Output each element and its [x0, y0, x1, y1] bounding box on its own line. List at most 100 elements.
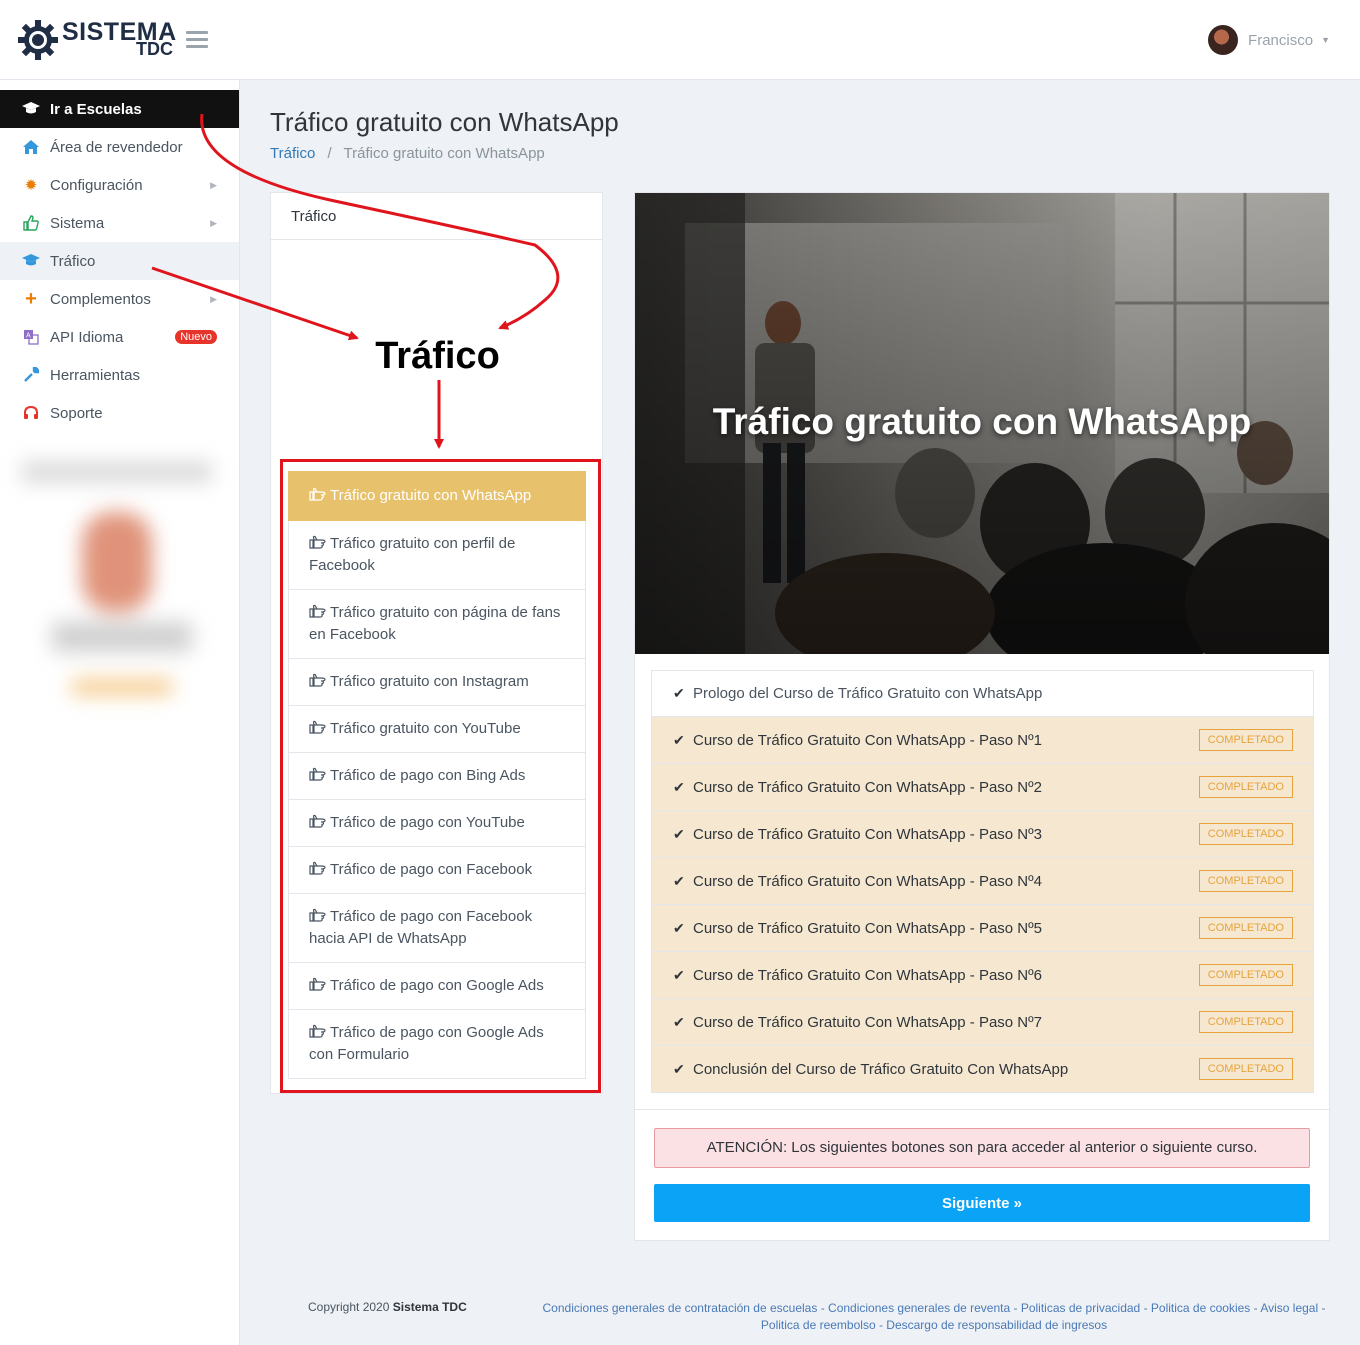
status-badge: COMPLETADO — [1198, 729, 1293, 751]
attention-alert: ATENCIÓN: Los siguientes botones son par… — [654, 1128, 1310, 1168]
sidebar-item-label: Configuración — [50, 176, 143, 194]
course-item-instagram[interactable]: Tráfico gratuito con Instagram — [288, 659, 586, 706]
panel-title: Tráfico — [271, 193, 602, 240]
footer-link-descargo[interactable]: Descargo de responsabilidad de ingresos — [886, 1318, 1107, 1332]
status-badge: COMPLETADO — [1198, 964, 1293, 986]
menu-toggle-icon[interactable] — [186, 31, 208, 49]
status-badge: COMPLETADO — [1198, 1058, 1293, 1080]
copyright: Copyright 2020 Sistema TDC — [308, 1300, 467, 1314]
lesson-row[interactable]: ✔ Curso de Tráfico Gratuito Con WhatsApp … — [651, 952, 1314, 999]
gear-icon: ✹ — [24, 177, 38, 194]
course-label: Tráfico gratuito con Instagram — [330, 673, 529, 690]
sidebar-item-label: API Idioma — [50, 328, 124, 346]
status-badge: COMPLETADO — [1198, 776, 1293, 798]
home-icon — [22, 138, 40, 156]
sidebar-item-label: Tráfico — [50, 252, 96, 270]
sidebar-item-configuracion[interactable]: ✹ Configuración ▶ — [0, 166, 239, 204]
check-icon: ✔ — [673, 966, 685, 983]
course-label: Tráfico de pago con Bing Ads — [330, 767, 526, 784]
footer-link-condiciones-escuelas[interactable]: Condiciones generales de contratación de… — [543, 1301, 818, 1315]
sidebar-item-revendedor[interactable]: Área de revendedor — [0, 128, 239, 166]
footer-links: Condiciones generales de contratación de… — [538, 1300, 1330, 1334]
lesson-row[interactable]: ✔ Curso de Tráfico Gratuito Con WhatsApp … — [651, 717, 1314, 764]
check-icon: ✔ — [673, 731, 685, 748]
sidebar-item-api-idioma[interactable]: A API Idioma Nuevo — [0, 318, 239, 356]
lesson-row[interactable]: ✔ Prologo del Curso de Tráfico Gratuito c… — [651, 670, 1314, 717]
check-icon: ✔ — [673, 1013, 685, 1030]
copyright-brand: Sistema TDC — [392, 1300, 467, 1314]
course-label: Tráfico de pago con Google Ads con Formu… — [309, 1024, 544, 1063]
sidebar-item-escuelas[interactable]: Ir a Escuelas — [0, 90, 239, 128]
course-label: Tráfico de pago con Facebook — [330, 861, 533, 878]
hand-pointer-icon — [309, 908, 326, 922]
user-name: Francisco — [1248, 31, 1314, 49]
gear-logo-icon — [18, 20, 58, 60]
hand-pointer-icon — [309, 604, 326, 618]
footer-link-aviso-legal[interactable]: Aviso legal — [1260, 1301, 1318, 1315]
chevron-right-icon: ▶ — [210, 293, 217, 304]
course-item-facebook-pago[interactable]: Tráfico de pago con Facebook — [288, 847, 586, 894]
footer-link-cookies[interactable]: Politica de cookies — [1151, 1301, 1250, 1315]
lesson-row[interactable]: ✔ Curso de Tráfico Gratuito Con WhatsApp … — [651, 764, 1314, 811]
sidebar-item-sistema[interactable]: Sistema ▶ — [0, 204, 239, 242]
lesson-row[interactable]: ✔ Curso de Tráfico Gratuito Con WhatsApp … — [651, 811, 1314, 858]
check-icon: ✔ — [673, 778, 685, 795]
course-item-perfil-facebook[interactable]: Tráfico gratuito con perfil de Facebook — [288, 521, 586, 590]
page-title: Tráfico gratuito con WhatsApp — [270, 107, 619, 137]
logo[interactable]: SISTEMA TDC — [18, 18, 188, 62]
next-course-button[interactable]: Siguiente » — [654, 1184, 1310, 1222]
course-item-bing-ads[interactable]: Tráfico de pago con Bing Ads — [288, 753, 586, 800]
footer-link-reembolso[interactable]: Politica de reembolso — [761, 1318, 876, 1332]
breadcrumb-link-trafico[interactable]: Tráfico — [270, 145, 315, 162]
footer-link-separator: - — [1250, 1301, 1261, 1315]
lesson-label: Curso de Tráfico Gratuito Con WhatsApp -… — [693, 1013, 1042, 1031]
lesson-label: Prologo del Curso de Tráfico Gratuito co… — [693, 685, 1043, 702]
chevron-down-icon: ▼ — [1321, 35, 1330, 45]
sidebar-item-trafico[interactable]: Tráfico — [0, 242, 239, 280]
course-item-pagina-fans[interactable]: Tráfico gratuito con página de fans en F… — [288, 590, 586, 659]
sidebar-item-label: Soporte — [50, 404, 103, 422]
lesson-label: Curso de Tráfico Gratuito Con WhatsApp -… — [693, 778, 1042, 796]
lesson-row[interactable]: ✔ Curso de Tráfico Gratuito Con WhatsApp … — [651, 905, 1314, 952]
sidebar-item-complementos[interactable]: + Complementos ▶ — [0, 280, 239, 318]
breadcrumb-current: Tráfico gratuito con WhatsApp — [343, 145, 545, 162]
course-item-youtube-pago[interactable]: Tráfico de pago con YouTube — [288, 800, 586, 847]
lesson-row[interactable]: ✔ Conclusión del Curso de Tráfico Gratuit… — [651, 1046, 1314, 1093]
footer-link-separator: - — [817, 1301, 829, 1315]
lesson-row[interactable]: ✔ Curso de Tráfico Gratuito Con WhatsApp … — [651, 999, 1314, 1046]
footer-link-separator: - — [1010, 1301, 1021, 1315]
hand-pointer-icon — [309, 673, 326, 687]
footer-link-privacidad[interactable]: Politicas de privacidad — [1021, 1301, 1140, 1315]
translate-icon: A — [22, 328, 40, 346]
divider — [635, 1109, 1329, 1110]
headphones-icon — [22, 404, 40, 422]
course-label: Tráfico de pago con YouTube — [330, 814, 525, 831]
footer-link-separator: - — [1140, 1301, 1151, 1315]
check-icon: ✔ — [673, 825, 685, 842]
course-item-youtube[interactable]: Tráfico gratuito con YouTube — [288, 706, 586, 753]
logo-text-sub: TDC — [136, 39, 173, 59]
course-list: Tráfico gratuito con WhatsApp Tráfico gr… — [288, 471, 586, 1079]
annotation-label: Tráfico — [375, 335, 500, 377]
lesson-label: Curso de Tráfico Gratuito Con WhatsApp -… — [693, 731, 1042, 749]
sidebar-item-herramientas[interactable]: Herramientas — [0, 356, 239, 394]
graduation-cap-icon — [22, 252, 40, 270]
course-item-whatsapp[interactable]: Tráfico gratuito con WhatsApp — [288, 471, 586, 521]
course-item-facebook-api-whatsapp[interactable]: Tráfico de pago con Facebook hacia API d… — [288, 894, 586, 963]
plus-icon: + — [25, 287, 37, 310]
check-icon: ✔ — [673, 919, 685, 936]
hand-pointer-icon — [309, 861, 326, 875]
lesson-label: Conclusión del Curso de Tráfico Gratuito… — [693, 1060, 1069, 1078]
copyright-prefix: Copyright 2020 — [308, 1300, 390, 1314]
sidebar-item-label: Sistema — [50, 214, 105, 232]
sidebar-item-soporte[interactable]: Soporte — [0, 394, 239, 432]
lesson-row[interactable]: ✔ Curso de Tráfico Gratuito Con WhatsApp … — [651, 858, 1314, 905]
course-item-google-ads-formulario[interactable]: Tráfico de pago con Google Ads con Formu… — [288, 1010, 586, 1079]
new-badge: Nuevo — [175, 330, 217, 344]
sidebar-item-label: Área de revendedor — [50, 138, 183, 156]
footer-link-condiciones-reventa[interactable]: Condiciones generales de reventa — [828, 1301, 1010, 1315]
course-label: Tráfico gratuito con página de fans en F… — [309, 604, 561, 643]
course-item-google-ads[interactable]: Tráfico de pago con Google Ads — [288, 963, 586, 1010]
user-menu[interactable]: Francisco ▼ — [1208, 24, 1330, 56]
course-label: Tráfico de pago con Facebook hacia API d… — [309, 908, 533, 947]
